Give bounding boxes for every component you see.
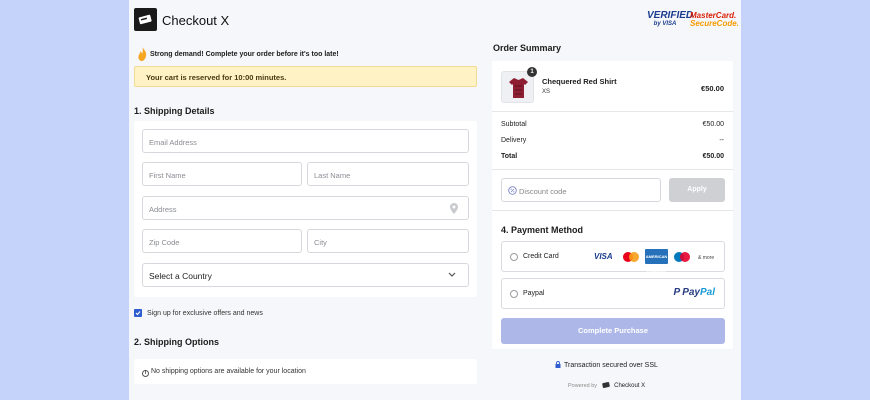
last-name-field[interactable]: Last Name	[307, 162, 469, 186]
discount-code-input[interactable]: Discount code	[501, 178, 661, 202]
payment-option-paypal[interactable]: Paypal P PayPal	[501, 278, 725, 309]
mastercard-securecode-badge: MasterCard. SecureCode.	[690, 11, 739, 28]
order-summary-title: Order Summary	[493, 43, 562, 53]
amex-icon: AMERICAN EXPRESS	[645, 249, 668, 274]
total-label: Total	[501, 153, 518, 160]
country-select[interactable]: Select a Country	[142, 263, 469, 287]
shipping-options-note: i No shipping options are available for y…	[134, 359, 477, 384]
verified-by-visa-badge: VERIFIED by VISA	[647, 10, 694, 28]
first-name-field[interactable]: First Name	[142, 162, 302, 186]
email-field[interactable]: Email Address	[142, 129, 469, 153]
payment-method-title: 4. Payment Method	[501, 225, 584, 235]
powered-by: Powered by Checkout X	[568, 382, 646, 389]
product-size: XS	[542, 89, 551, 95]
paypal-radio[interactable]	[510, 290, 518, 298]
location-pin-icon	[450, 203, 458, 214]
demand-message: Strong demand! Complete your order befor…	[150, 51, 339, 58]
signup-label: Sign up for exclusive offers and news	[147, 310, 263, 317]
chevron-down-icon	[448, 272, 456, 277]
payment-option-credit-card[interactable]: Credit Card VISA AMERICAN EXPRESS & more	[501, 241, 725, 274]
discount-tag-icon	[508, 186, 517, 195]
city-field[interactable]: City	[307, 229, 469, 253]
quantity-badge: 1	[527, 67, 537, 77]
divider	[492, 111, 733, 112]
cart-reserved-banner: Your cart is reserved for 10:00 minutes.	[134, 66, 477, 87]
lock-icon	[555, 361, 561, 368]
product-price: €50.00	[701, 84, 724, 93]
more-cards-label: & more	[698, 255, 715, 261]
product-name: Chequered Red Shirt	[542, 77, 617, 86]
delivery-value: --	[719, 137, 724, 144]
delivery-label: Delivery	[501, 137, 527, 144]
divider	[492, 210, 733, 211]
address-field[interactable]: Address	[142, 196, 469, 220]
info-icon: i	[142, 370, 149, 377]
signup-checkbox[interactable]	[134, 309, 142, 317]
diners-icon	[674, 252, 690, 262]
flame-icon	[138, 47, 147, 61]
subtotal-label: Subtotal	[501, 121, 527, 128]
divider	[492, 169, 733, 170]
ssl-notice: Transaction secured over SSL	[555, 361, 658, 369]
complete-purchase-button[interactable]: Complete Purchase	[501, 318, 725, 344]
brand-name: Checkout X	[162, 13, 230, 28]
checkout-x-icon	[601, 382, 610, 388]
zip-code-field[interactable]: Zip Code	[142, 229, 302, 253]
checkbox-checked-icon	[135, 311, 141, 316]
shirt-thumbnail-icon	[509, 78, 528, 98]
order-summary-card: 1 Chequered Red Shirt XS €50.00 Subtotal…	[492, 61, 733, 349]
store-logo-icon	[134, 8, 157, 31]
credit-card-label: Credit Card	[523, 253, 559, 260]
checkout-page: Checkout X VERIFIED by VISA MasterCard. …	[129, 0, 741, 400]
shipping-options-title: 2. Shipping Options	[134, 337, 219, 347]
mastercard-icon	[623, 252, 639, 262]
apply-discount-button[interactable]: Apply	[669, 178, 725, 202]
shipping-form: Email Address First Name Last Name Addre…	[134, 121, 477, 297]
shipping-details-title: 1. Shipping Details	[134, 106, 215, 116]
visa-icon: VISA	[594, 252, 613, 261]
paypal-icon: P PayPal	[673, 287, 715, 298]
total-value: €50.00	[702, 153, 724, 160]
subtotal-value: €50.00	[702, 121, 724, 128]
credit-card-radio[interactable]	[510, 253, 518, 261]
paypal-label: Paypal	[523, 290, 545, 297]
